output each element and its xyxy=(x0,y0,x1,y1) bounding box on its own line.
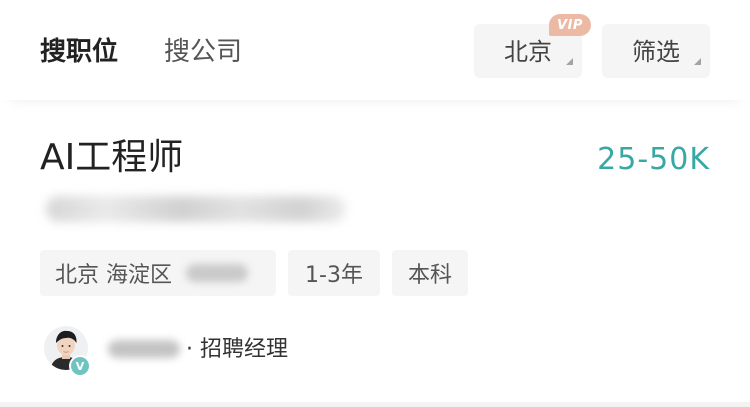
job-title: AI工程师 xyxy=(40,137,184,178)
vip-badge: VIP xyxy=(549,14,591,36)
tag-location: 北京 海淀区 xyxy=(40,250,276,296)
filter-label: 筛选 xyxy=(632,37,680,66)
location-detail-blurred xyxy=(186,264,248,282)
dropdown-corner-icon xyxy=(566,58,573,65)
card-divider xyxy=(0,402,750,407)
recruiter-role: · 招聘经理 xyxy=(186,337,288,362)
tag-experience: 1-3年 xyxy=(288,250,380,296)
tag-location-label: 北京 海淀区 xyxy=(55,263,172,288)
tab-search-companies[interactable]: 搜公司 xyxy=(164,30,242,74)
recruiter-name-blurred xyxy=(108,340,180,358)
city-filter-label: 北京 xyxy=(504,37,552,66)
company-name-blurred xyxy=(46,196,346,222)
verified-badge: V xyxy=(69,355,91,377)
job-salary: 25-50K xyxy=(597,142,710,177)
tag-education: 本科 xyxy=(392,250,468,296)
dropdown-corner-icon xyxy=(694,58,701,65)
top-bar: 搜职位 搜公司 北京 VIP 筛选 xyxy=(0,0,750,100)
filter-button[interactable]: 筛选 xyxy=(602,24,710,78)
tab-search-jobs[interactable]: 搜职位 xyxy=(40,30,118,74)
